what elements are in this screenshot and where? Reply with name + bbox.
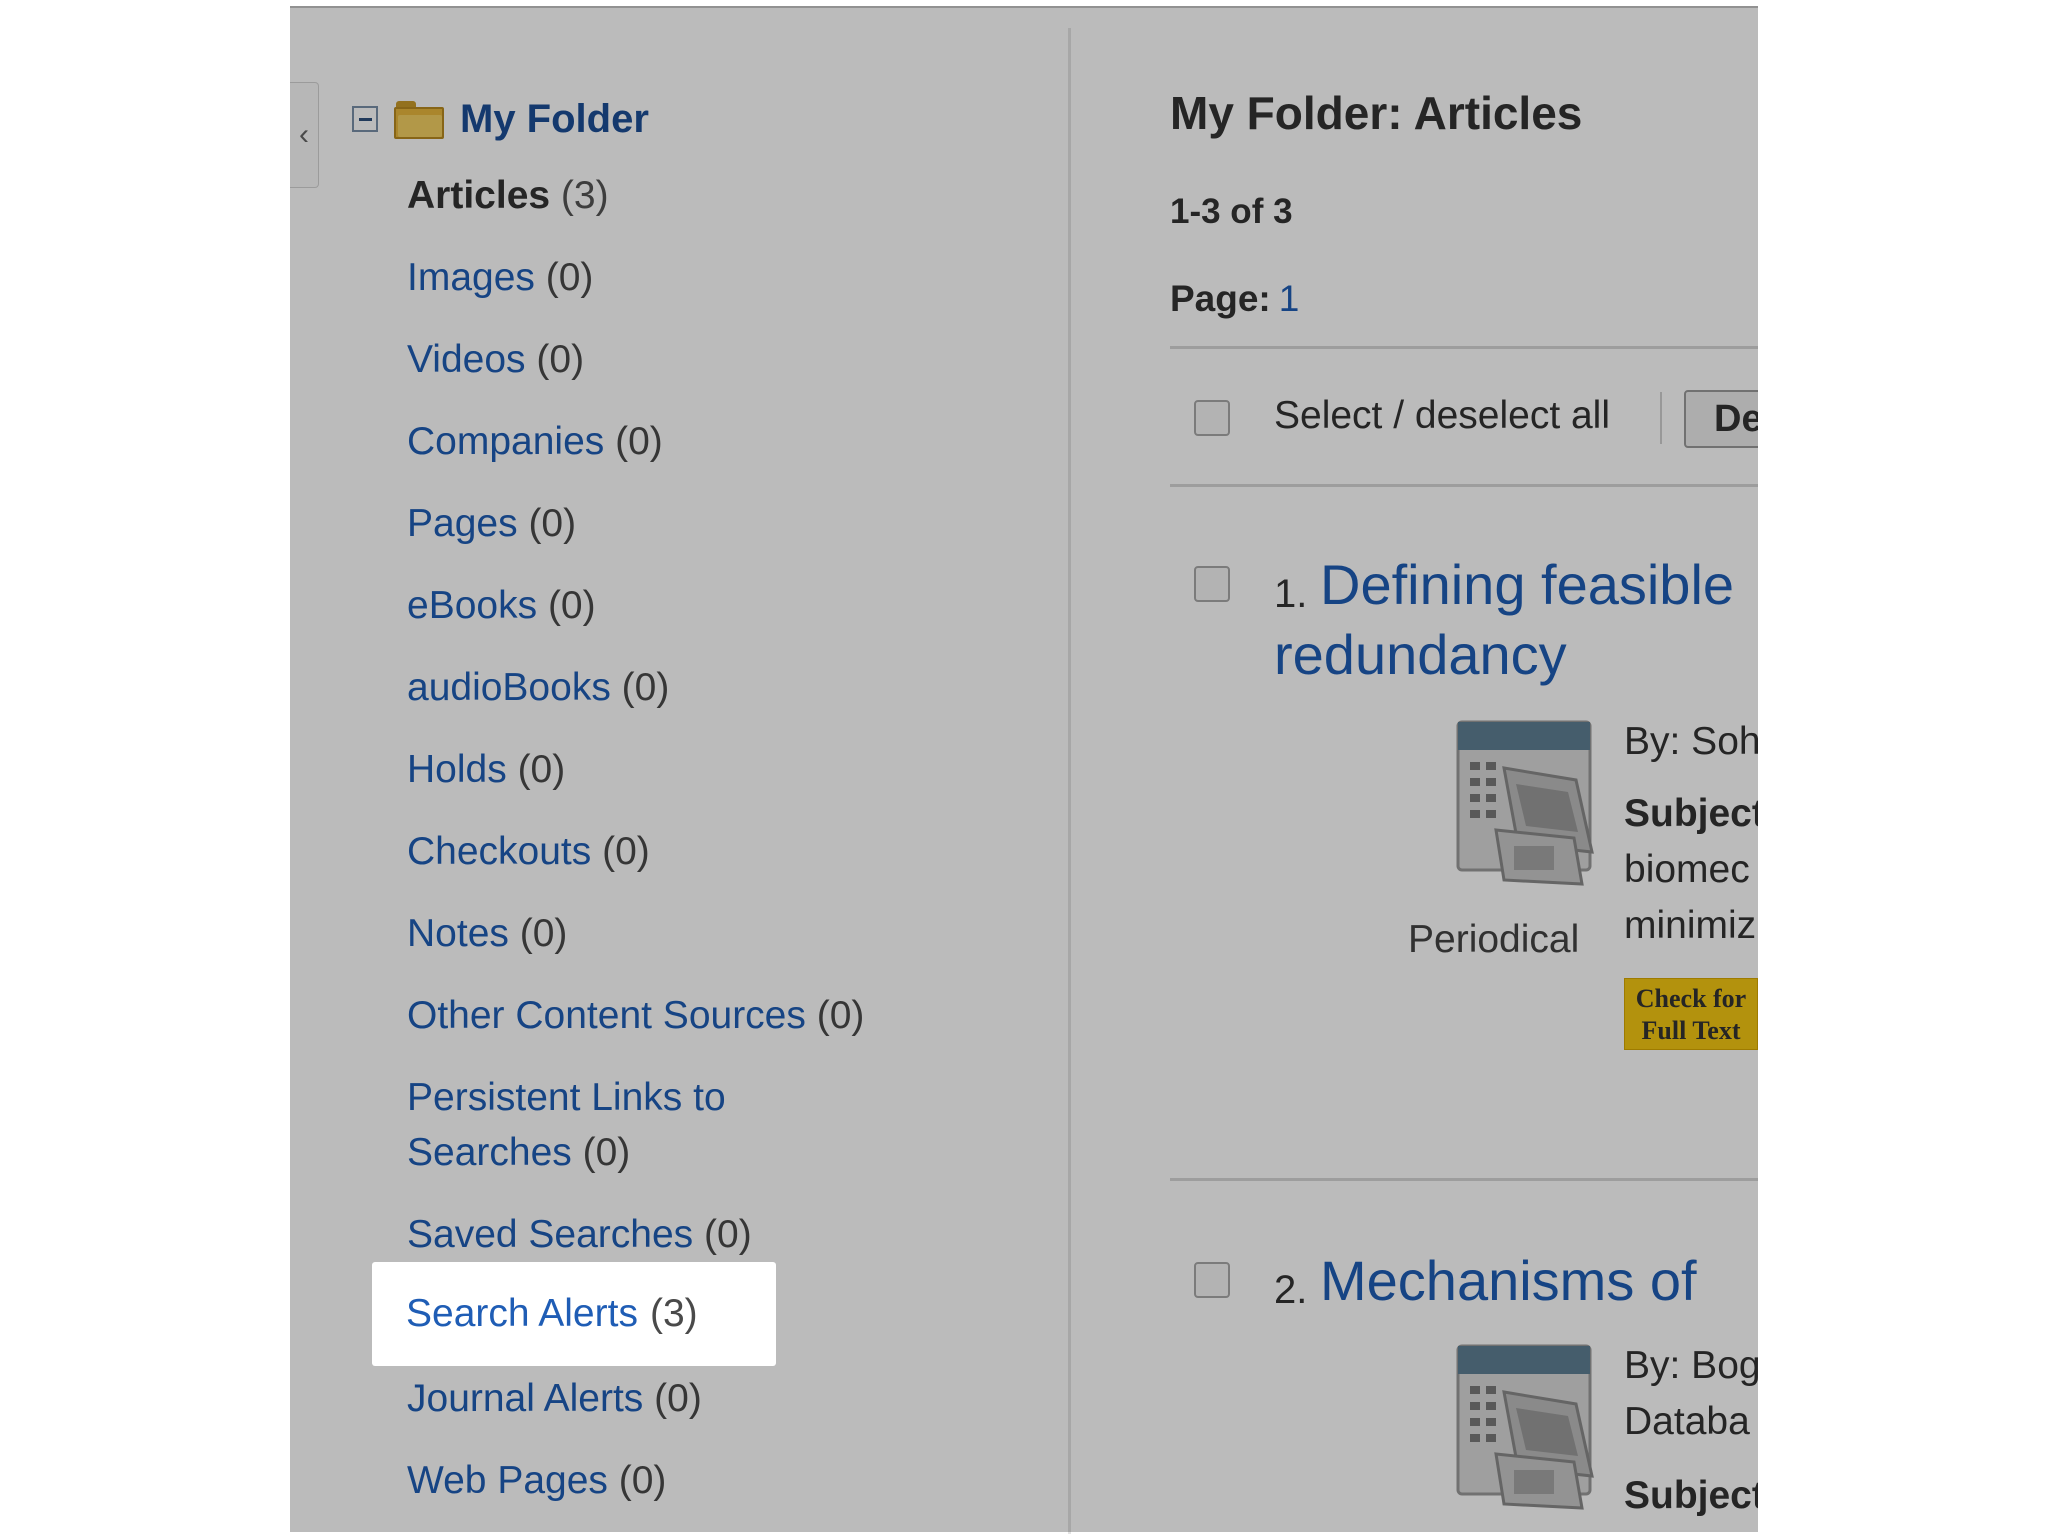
toolbar-separator	[1660, 392, 1662, 444]
result-title-link[interactable]: Defining feasible	[1320, 552, 1734, 617]
divider-line	[1170, 346, 1758, 349]
nav-item-saved-searches[interactable]: Saved Searches (0)	[407, 1207, 1027, 1262]
result-subject-text: biomec	[1624, 848, 1750, 891]
divider-line	[1170, 1178, 1758, 1181]
nav-item-journal-alerts[interactable]: Journal Alerts (0)	[407, 1371, 1027, 1426]
result-number: 2.	[1274, 1268, 1308, 1312]
nav-item-search-alerts[interactable]: Search Alerts (3)	[372, 1262, 776, 1366]
result-database: Databa	[1624, 1400, 1750, 1443]
panel-divider	[1068, 28, 1071, 1534]
nav-item-articles[interactable]: Articles (3)	[407, 168, 1027, 223]
select-all-checkbox[interactable]	[1194, 400, 1230, 436]
nav-item-pages[interactable]: Pages (0)	[407, 496, 1027, 551]
result-author: By: Bog	[1624, 1344, 1758, 1387]
check-full-text-button[interactable]: Check for Full Text	[1624, 978, 1758, 1050]
nav-item-ebooks[interactable]: eBooks (0)	[407, 578, 1027, 633]
nav-item-videos[interactable]: Videos (0)	[407, 332, 1027, 387]
result-range: 1-3 of 3	[1170, 192, 1293, 231]
result-subject-label: Subject	[1624, 792, 1758, 835]
result-title-link[interactable]: Mechanisms of	[1320, 1248, 1697, 1313]
nav-item-audiobooks[interactable]: audioBooks (0)	[407, 660, 1027, 715]
collapse-sidebar-button[interactable]: ‹	[290, 82, 319, 188]
publication-type-label: Periodical	[1408, 918, 1580, 961]
periodical-icon	[1456, 720, 1594, 886]
nav-item-web-pages[interactable]: Web Pages (0)	[407, 1453, 1027, 1508]
nav-item-checkouts[interactable]: Checkouts (0)	[407, 824, 1027, 879]
result-checkbox[interactable]	[1194, 566, 1230, 602]
folder-icon	[394, 99, 444, 139]
pagination: Page: 1	[1170, 278, 1300, 319]
nav-item-notes[interactable]: Notes (0)	[407, 906, 1027, 961]
my-folder-link[interactable]: My Folder	[460, 97, 649, 142]
select-all-label[interactable]: Select / deselect all	[1274, 394, 1610, 438]
divider-line	[1170, 484, 1758, 487]
result-checkbox[interactable]	[1194, 1262, 1230, 1298]
nav-item-persistent-links[interactable]: Persistent Links to Searches (0)	[407, 1070, 827, 1180]
result-author: By: Soh	[1624, 720, 1758, 763]
folder-tree-header: My Folder	[352, 94, 649, 144]
tree-minus-icon[interactable]	[352, 106, 378, 132]
page-title: My Folder: Articles	[1170, 87, 1583, 139]
result-number: 1.	[1274, 572, 1308, 616]
nav-item-companies[interactable]: Companies (0)	[407, 414, 1027, 469]
nav-item-other-content-sources[interactable]: Other Content Sources (0)	[407, 988, 1027, 1043]
delete-button[interactable]: De	[1684, 390, 1758, 448]
nav-item-holds[interactable]: Holds (0)	[407, 742, 1027, 797]
nav-item-images[interactable]: Images (0)	[407, 250, 1027, 305]
result-subject-text: minimiz	[1624, 904, 1757, 947]
results-panel: My Folder: Articles 1-3 of 3 Page: 1 Sele…	[1170, 8, 1758, 1534]
page-number-link[interactable]: 1	[1279, 278, 1300, 319]
result-subject-label: Subject	[1624, 1474, 1758, 1517]
result-title-link-cont[interactable]: redundancy	[1274, 622, 1567, 687]
periodical-icon	[1456, 1344, 1594, 1510]
